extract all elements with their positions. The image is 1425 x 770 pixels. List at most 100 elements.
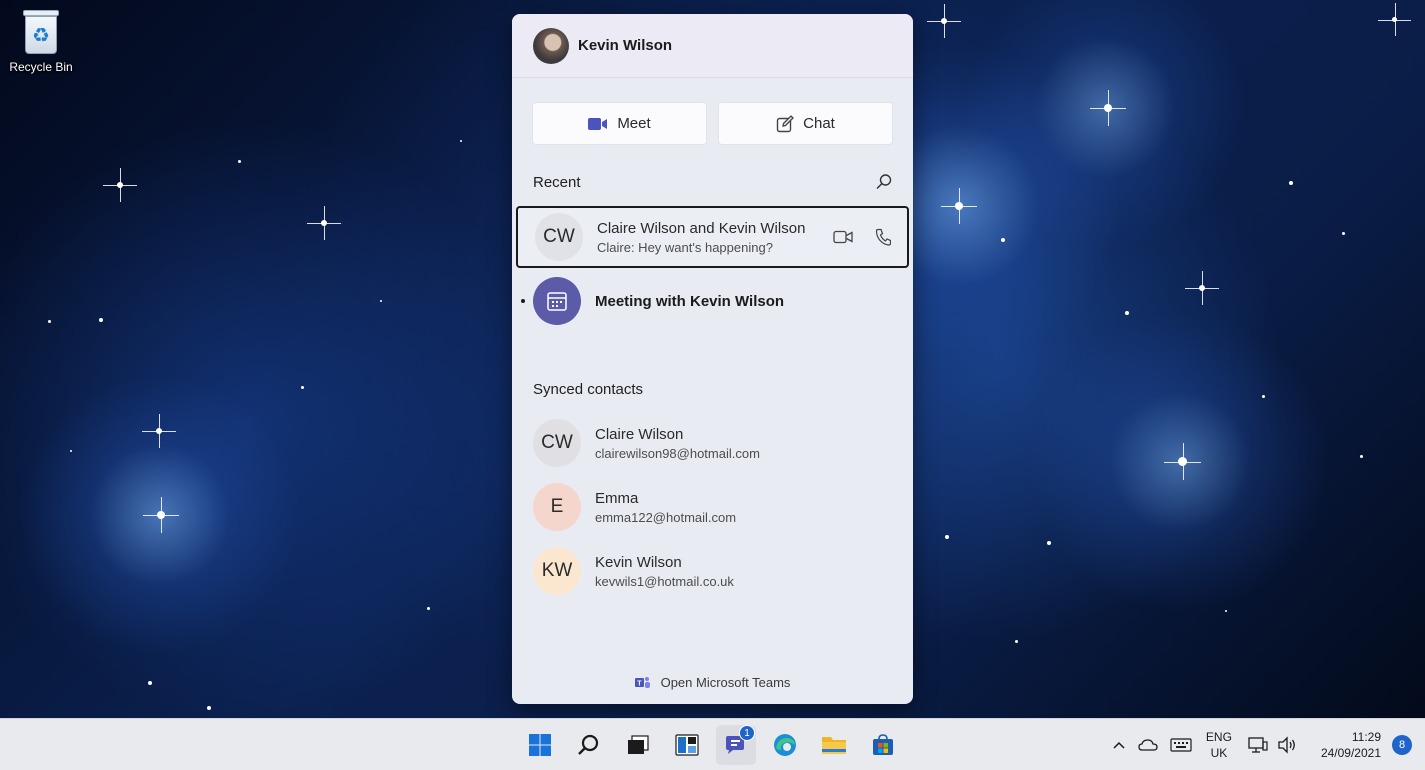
edge-icon (772, 732, 798, 758)
contact-name: Kevin Wilson (595, 553, 682, 571)
search-button[interactable] (569, 725, 609, 765)
chat-button[interactable]: Chat (718, 102, 893, 145)
star (945, 535, 949, 539)
recent-heading: Recent (533, 173, 581, 191)
svg-text:T: T (637, 680, 642, 687)
star (1015, 640, 1018, 643)
phone-call-icon[interactable] (875, 228, 891, 246)
meet-label: Meet (617, 115, 651, 132)
star (1090, 90, 1126, 126)
compose-icon (776, 114, 795, 133)
recycle-bin-icon: ♻ (21, 6, 61, 56)
recycle-bin-shortcut[interactable]: ♻ Recycle Bin (4, 6, 78, 74)
keyboard-layout: UK (1210, 746, 1228, 760)
user-name: Kevin Wilson (578, 37, 673, 54)
synced-heading: Synced contacts (533, 380, 644, 398)
task-view-icon (626, 733, 650, 757)
user-avatar[interactable] (533, 27, 569, 64)
star (1378, 3, 1411, 36)
recent-header: Recent (512, 171, 913, 193)
avatar: CW (533, 419, 581, 467)
star (1001, 238, 1005, 242)
contact-name: Emma (595, 489, 639, 507)
quick-settings[interactable] (1248, 736, 1297, 754)
notification-badge[interactable]: 8 (1392, 735, 1412, 755)
onedrive-icon[interactable] (1138, 738, 1158, 752)
avatar-initials: CW (543, 226, 575, 247)
contact-name: Claire Wilson (595, 425, 684, 443)
chat-flyout: Kevin Wilson Meet Chat Recent CW Claire … (512, 14, 913, 704)
edge-button[interactable] (765, 725, 805, 765)
start-button[interactable] (520, 725, 560, 765)
store-button[interactable] (863, 725, 903, 765)
flyout-header: Kevin Wilson (512, 14, 913, 78)
contact-item[interactable]: KW Kevin Wilson kevwils1@hotmail.co.uk (512, 539, 913, 603)
language-code: ENG (1205, 730, 1232, 744)
chat-label: Chat (803, 115, 835, 132)
widgets-button[interactable] (667, 725, 707, 765)
clock-time: 11:29 (1351, 730, 1381, 744)
star (238, 160, 241, 163)
widgets-icon (675, 733, 699, 757)
contact-item[interactable]: CW Claire Wilson clairewilson98@hotmail.… (512, 411, 913, 475)
system-tray: ENG UK 11:29 24/09/2021 8 (1112, 719, 1425, 770)
star (301, 386, 304, 389)
avatar-initials: CW (541, 432, 573, 453)
language-indicator[interactable]: ENG UK (1206, 729, 1232, 761)
synced-contacts-header: Synced contacts (512, 378, 913, 400)
windows-icon (528, 733, 552, 757)
open-teams-link[interactable]: T Open Microsoft Teams (512, 675, 913, 690)
star (1225, 610, 1227, 612)
star (70, 450, 72, 452)
star (1047, 541, 1051, 545)
star (142, 414, 176, 448)
star (927, 4, 961, 38)
meet-button[interactable]: Meet (532, 102, 707, 145)
keyboard-icon[interactable] (1170, 738, 1192, 752)
meeting-item[interactable]: Meeting with Kevin Wilson (512, 270, 913, 332)
star (460, 140, 462, 142)
star (307, 206, 341, 240)
star (1164, 443, 1201, 480)
store-icon (871, 733, 895, 757)
contact-item[interactable]: E Emma emma122@hotmail.com (512, 475, 913, 539)
star (1360, 455, 1363, 458)
taskbar-apps: 1 (520, 719, 903, 770)
network-icon (1248, 736, 1268, 754)
star (380, 300, 382, 302)
star (1185, 271, 1219, 305)
calendar-icon (533, 277, 581, 325)
avatar: CW (535, 213, 583, 261)
star (941, 188, 977, 224)
video-call-icon[interactable] (833, 230, 853, 244)
chat-taskbar-button[interactable]: 1 (716, 725, 756, 765)
file-explorer-button[interactable] (814, 725, 854, 765)
video-camera-icon (588, 117, 608, 131)
chevron-up-icon[interactable] (1112, 740, 1126, 750)
contact-email: emma122@hotmail.com (595, 509, 737, 525)
star (207, 706, 211, 710)
volume-icon (1277, 736, 1297, 754)
open-teams-label: Open Microsoft Teams (660, 675, 791, 690)
contact-email: clairewilson98@hotmail.com (595, 445, 760, 461)
avatar: E (533, 483, 581, 531)
meeting-title: Meeting with Kevin Wilson (595, 292, 785, 310)
clock-date: 24/09/2021 (1320, 746, 1381, 760)
search-icon[interactable] (875, 173, 893, 191)
recent-chat-item[interactable]: CW Claire Wilson and Kevin Wilson Claire… (516, 206, 909, 268)
clock[interactable]: 11:29 24/09/2021 (1321, 729, 1381, 761)
search-icon (577, 733, 601, 757)
unread-indicator (521, 299, 525, 303)
teams-icon: T (634, 676, 651, 690)
taskbar: 1 ENG UK 11:29 24/09/2021 8 (0, 718, 1425, 770)
avatar-initials: E (550, 496, 564, 517)
chat-preview: Claire: Hey want's happening? (597, 239, 773, 255)
star (148, 681, 152, 685)
star (99, 318, 103, 322)
star (1289, 181, 1293, 185)
star (143, 497, 179, 533)
contacts-list: CW Claire Wilson clairewilson98@hotmail.… (512, 411, 913, 603)
task-view-button[interactable] (618, 725, 658, 765)
star (1342, 232, 1345, 235)
recycle-bin-label: Recycle Bin (9, 60, 73, 74)
